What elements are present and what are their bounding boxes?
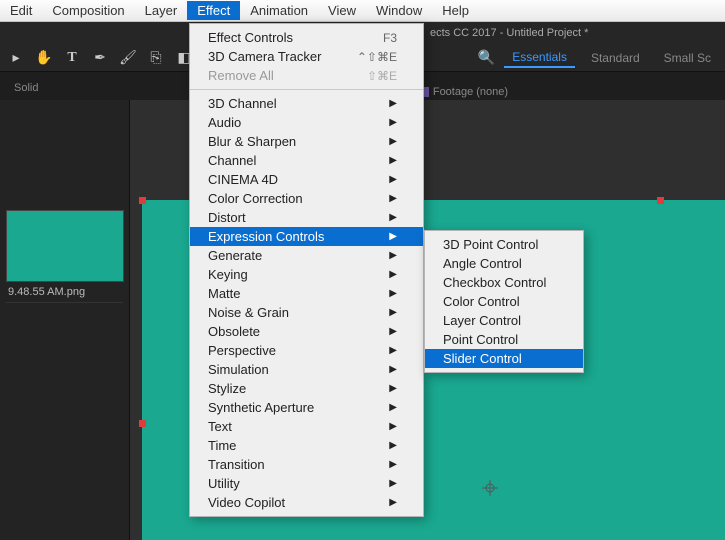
- menu-item[interactable]: CINEMA 4D▶: [190, 170, 423, 189]
- project-tab[interactable]: Solid: [4, 78, 48, 98]
- menubar-item-effect[interactable]: Effect: [187, 1, 240, 20]
- selection-tool-icon[interactable]: ▸: [6, 48, 26, 68]
- menubar-item-edit[interactable]: Edit: [0, 1, 42, 20]
- layout-small[interactable]: Small Sc: [656, 49, 719, 67]
- menu-item[interactable]: Simulation▶: [190, 360, 423, 379]
- effect-menu: Effect ControlsF33D Camera Tracker⌃⇧⌘ERe…: [189, 23, 424, 517]
- search-icon[interactable]: 🔍: [476, 48, 496, 68]
- menu-item[interactable]: Video Copilot▶: [190, 493, 423, 512]
- submenu-item[interactable]: Point Control: [425, 330, 583, 349]
- menu-item[interactable]: Utility▶: [190, 474, 423, 493]
- submenu-item[interactable]: Color Control: [425, 292, 583, 311]
- menu-item[interactable]: Synthetic Aperture▶: [190, 398, 423, 417]
- hand-tool-icon[interactable]: ✋: [34, 48, 54, 68]
- menu-item[interactable]: Transition▶: [190, 455, 423, 474]
- transform-handle[interactable]: [139, 197, 146, 204]
- footage-indicator: Footage (none): [419, 86, 508, 98]
- project-thumbnail: [6, 210, 124, 282]
- menu-item[interactable]: Text▶: [190, 417, 423, 436]
- menubar-item-animation[interactable]: Animation: [240, 1, 318, 20]
- menu-item[interactable]: Stylize▶: [190, 379, 423, 398]
- menubar-item-help[interactable]: Help: [432, 1, 479, 20]
- menu-item[interactable]: Channel▶: [190, 151, 423, 170]
- layout-standard[interactable]: Standard: [583, 49, 648, 67]
- menu-item[interactable]: 3D Camera Tracker⌃⇧⌘E: [190, 47, 423, 66]
- text-tool-icon[interactable]: T: [62, 48, 82, 68]
- expression-controls-submenu: 3D Point ControlAngle ControlCheckbox Co…: [424, 230, 584, 373]
- submenu-item[interactable]: Angle Control: [425, 254, 583, 273]
- layout-essentials[interactable]: Essentials: [504, 48, 575, 68]
- menubar-item-view[interactable]: View: [318, 1, 366, 20]
- menubar: EditCompositionLayerEffectAnimationViewW…: [0, 0, 725, 22]
- menu-item[interactable]: Perspective▶: [190, 341, 423, 360]
- menu-item[interactable]: Time▶: [190, 436, 423, 455]
- menubar-item-layer[interactable]: Layer: [135, 1, 188, 20]
- project-item[interactable]: 9.48.55 AM.png: [6, 210, 123, 303]
- pen-tool-icon[interactable]: ✒: [90, 48, 110, 68]
- menu-item: Remove All⇧⌘E: [190, 66, 423, 85]
- menu-item[interactable]: Noise & Grain▶: [190, 303, 423, 322]
- anchor-point-icon[interactable]: [482, 480, 498, 496]
- submenu-item[interactable]: 3D Point Control: [425, 235, 583, 254]
- menu-item[interactable]: Matte▶: [190, 284, 423, 303]
- menu-item[interactable]: Blur & Sharpen▶: [190, 132, 423, 151]
- menu-item[interactable]: Distort▶: [190, 208, 423, 227]
- transform-handle[interactable]: [139, 420, 146, 427]
- menubar-item-composition[interactable]: Composition: [42, 1, 134, 20]
- submenu-item[interactable]: Slider Control: [425, 349, 583, 368]
- submenu-item[interactable]: Layer Control: [425, 311, 583, 330]
- project-panel: 9.48.55 AM.png: [0, 100, 130, 540]
- menu-item[interactable]: Generate▶: [190, 246, 423, 265]
- menu-item[interactable]: Expression Controls▶: [190, 227, 423, 246]
- clone-tool-icon[interactable]: ⎘: [146, 48, 166, 68]
- transform-handle[interactable]: [657, 197, 664, 204]
- menubar-item-window[interactable]: Window: [366, 1, 432, 20]
- project-item-label: 9.48.55 AM.png: [6, 282, 123, 303]
- submenu-item[interactable]: Checkbox Control: [425, 273, 583, 292]
- menu-item[interactable]: Obsolete▶: [190, 322, 423, 341]
- brush-tool-icon[interactable]: 🖌: [118, 48, 138, 68]
- menu-item[interactable]: Effect ControlsF3: [190, 28, 423, 47]
- menu-item[interactable]: 3D Channel▶: [190, 94, 423, 113]
- menu-item[interactable]: Color Correction▶: [190, 189, 423, 208]
- menu-item[interactable]: Keying▶: [190, 265, 423, 284]
- menu-item[interactable]: Audio▶: [190, 113, 423, 132]
